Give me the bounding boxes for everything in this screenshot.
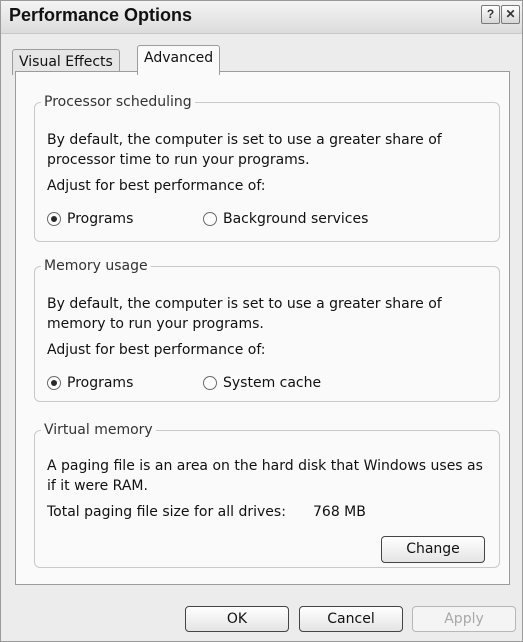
performance-options-dialog: Performance Options ? ✕ Visual Effects A…: [0, 0, 523, 642]
virtual-memory-description: A paging file is an area on the hard dis…: [47, 458, 483, 494]
memory-usage-legend: Memory usage: [44, 258, 148, 274]
radio-selected-icon: [47, 212, 61, 226]
processor-background-services-label: Background services: [223, 211, 369, 227]
title-bar[interactable]: Performance Options ? ✕: [1, 1, 522, 34]
virtual-memory-legend: Virtual memory: [44, 422, 153, 438]
change-button[interactable]: Change: [381, 536, 485, 563]
memory-programs-radio[interactable]: Programs: [47, 374, 133, 392]
processor-adjust-label: Adjust for best performance of:: [47, 178, 266, 194]
processor-scheduling-legend: Processor scheduling: [44, 94, 192, 110]
advanced-tab-panel: Processor scheduling By default, the com…: [15, 71, 510, 585]
memory-system-cache-label: System cache: [223, 375, 322, 391]
paging-file-total-label: Total paging file size for all drives:: [47, 504, 286, 520]
memory-usage-group: Memory usage By default, the computer is…: [34, 258, 500, 402]
radio-unselected-icon: [203, 376, 217, 390]
processor-description: By default, the computer is set to use a…: [47, 132, 442, 168]
processor-scheduling-group: Processor scheduling By default, the com…: [34, 94, 500, 242]
processor-programs-label: Programs: [67, 211, 134, 227]
ok-button[interactable]: OK: [185, 606, 289, 632]
tab-advanced[interactable]: Advanced: [137, 45, 221, 75]
cancel-button[interactable]: Cancel: [299, 606, 403, 632]
memory-description: By default, the computer is set to use a…: [47, 296, 442, 332]
memory-system-cache-radio[interactable]: System cache: [203, 374, 321, 392]
memory-adjust-label: Adjust for best performance of:: [47, 342, 266, 358]
virtual-memory-group: Virtual memory A paging file is an area …: [34, 422, 500, 568]
memory-programs-label: Programs: [67, 375, 134, 391]
processor-background-services-radio[interactable]: Background services: [203, 210, 368, 228]
window-title: Performance Options: [9, 5, 193, 25]
radio-selected-icon: [47, 376, 61, 390]
paging-file-total-value: 768 MB: [313, 504, 366, 520]
help-icon[interactable]: ?: [481, 5, 500, 24]
apply-button[interactable]: Apply: [412, 606, 516, 632]
radio-unselected-icon: [203, 212, 217, 226]
close-icon[interactable]: ✕: [501, 5, 520, 24]
processor-programs-radio[interactable]: Programs: [47, 210, 133, 228]
